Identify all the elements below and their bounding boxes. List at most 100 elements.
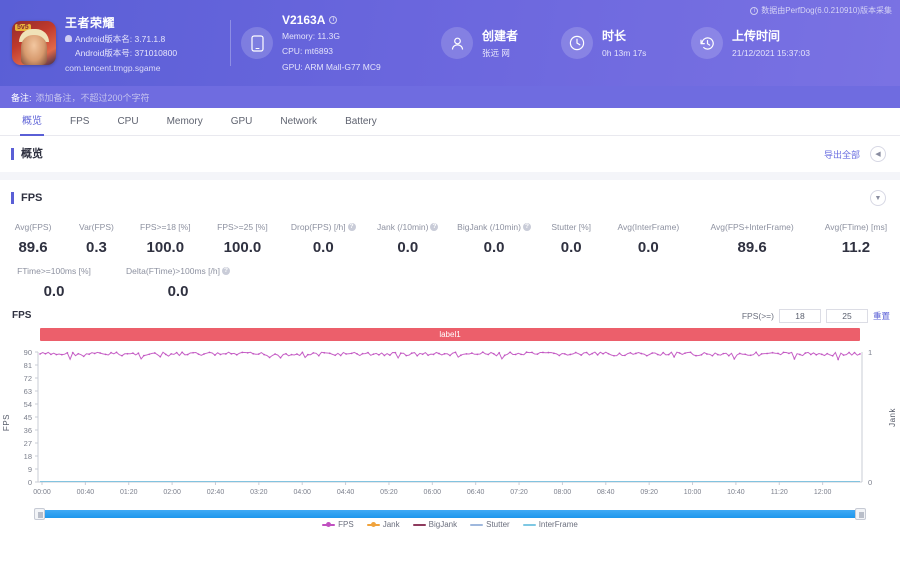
metric-value: 100.0	[223, 239, 262, 256]
tab-Memory[interactable]: Memory	[153, 108, 217, 136]
android-icon	[65, 35, 72, 42]
svg-text:00:00: 00:00	[33, 489, 51, 496]
metric-value: 100.0	[146, 239, 185, 256]
threshold-label: FPS(>=)	[741, 311, 774, 321]
metric-label-text: Var(FPS)	[79, 222, 114, 232]
legend-item-Stutter[interactable]: Stutter	[470, 520, 510, 529]
svg-text:12:00: 12:00	[814, 489, 832, 496]
app-info-block: 5v5 王者荣耀 Android版本名: 3.71.1.8 Android版本号…	[0, 14, 228, 73]
device-text: V2163A i Memory: 11.3G CPU: mt6893 GPU: …	[273, 13, 381, 73]
legend-item-BigJank[interactable]: BigJank	[412, 520, 458, 529]
creator-text: 创建者 张远 网	[473, 27, 518, 59]
metric-value: 89.6	[737, 239, 767, 256]
threshold-high-input[interactable]: 25	[825, 309, 868, 323]
metric-label: Jank (/10min)?	[366, 220, 450, 234]
svg-text:08:00: 08:00	[554, 489, 572, 496]
svg-text:02:00: 02:00	[163, 489, 181, 496]
tab-CPU[interactable]: CPU	[103, 108, 152, 136]
help-icon[interactable]: ?	[430, 223, 439, 231]
reset-button[interactable]: 重置	[873, 310, 890, 322]
svg-text:81: 81	[24, 361, 32, 370]
fps-metrics-row-1: Avg(FPS) 89.6 Var(FPS) 0.3 FPS>=18 [%] 100.0 F…	[0, 220, 900, 256]
collapse-overview-button[interactable]: ◀	[870, 146, 886, 162]
overview-title: 概览	[11, 148, 43, 160]
metric-value: 0.0	[167, 283, 189, 300]
threshold-low-input[interactable]: 18	[778, 309, 821, 323]
note-bar[interactable]: 备注: 添加备注，不超过200个字符	[0, 86, 900, 108]
fps-threshold-toolbar: FPS(>=) 18 25 重置	[742, 309, 890, 323]
card-separator	[0, 172, 900, 180]
help-icon[interactable]: ?	[522, 223, 531, 231]
tab-Battery[interactable]: Battery	[331, 108, 391, 136]
svg-text:06:40: 06:40	[467, 489, 485, 496]
metric-label: Avg(FPS+InterFrame)	[692, 220, 811, 234]
tab-FPS[interactable]: FPS	[56, 108, 103, 136]
svg-text:04:40: 04:40	[337, 489, 355, 496]
app-package: com.tencent.tmgp.sgame	[65, 62, 161, 73]
tab-Network[interactable]: Network	[266, 108, 331, 136]
metric-label: Delta(FTime)>100ms [/h]?	[108, 264, 248, 278]
svg-text:08:40: 08:40	[597, 489, 615, 496]
svg-text:90: 90	[24, 348, 32, 357]
metric-label: Var(FPS)	[66, 220, 127, 234]
note-input[interactable]: 添加备注，不超过200个字符	[36, 91, 150, 104]
fps-chart-label: FPS	[12, 310, 32, 321]
export-all-button[interactable]: 导出全部	[824, 148, 860, 161]
legend-label: BigJank	[428, 520, 458, 529]
data-source-text: 数据由PerfDog(6.0.210910)版本采集	[761, 6, 892, 15]
metric-label: FTime>=100ms [%]	[0, 264, 108, 278]
fps-card: FPS ▼ Avg(FPS) 89.6 Var(FPS) 0.3 FPS>=18 [%]…	[0, 180, 900, 531]
metric-label: Stutter [%]	[538, 220, 604, 234]
svg-text:09:20: 09:20	[640, 489, 658, 496]
tab-概览[interactable]: 概览	[8, 108, 56, 136]
metric-label: Avg(FTime) [ms]	[812, 220, 900, 234]
metric-value: 11.2	[841, 239, 871, 256]
legend-item-InterFrame[interactable]: InterFrame	[522, 520, 578, 529]
svg-text:9: 9	[28, 465, 32, 474]
device-info-block: V2163A i Memory: 11.3G CPU: mt6893 GPU: …	[241, 13, 441, 73]
fps-metrics-row-2: FTime>=100ms [%] 0.0 Delta(FTime)>100ms [/…	[0, 264, 900, 300]
chart-scrollbar[interactable]	[34, 508, 866, 520]
upload-title: 上传时间	[732, 28, 781, 43]
chart-scroll-thumb[interactable]	[38, 510, 862, 518]
metric-label: Drop(FPS) [/h]?	[281, 220, 365, 234]
metric-cell: Avg(FPS+InterFrame) 89.6	[692, 220, 811, 256]
metric-label: Avg(FPS)	[0, 220, 66, 234]
svg-text:27: 27	[24, 439, 32, 448]
app-icon: 5v5	[12, 21, 56, 65]
fps-plot-svg: 908172635445362718901000:00 00:40 01:20 02:…	[24, 348, 873, 496]
legend-item-FPS[interactable]: FPS	[322, 520, 354, 529]
duration-title: 时长	[602, 28, 627, 43]
svg-text:03:20: 03:20	[250, 489, 268, 496]
metric-cell: Avg(InterFrame) 0.0	[604, 220, 692, 256]
legend-item-Jank[interactable]: Jank	[366, 520, 400, 529]
collapse-fps-button[interactable]: ▼	[870, 190, 886, 206]
device-info-icon[interactable]: i	[329, 16, 338, 25]
help-icon[interactable]: ?	[347, 223, 356, 231]
app-version-code: Android版本号: 371010800	[75, 47, 178, 58]
info-icon: i	[750, 6, 759, 15]
app-version-name-row: Android版本名: 3.71.1.8	[65, 33, 177, 45]
chart-scroll-handle-left[interactable]	[34, 508, 45, 520]
history-clock-icon	[691, 27, 723, 59]
metric-value: 0.0	[397, 239, 419, 256]
legend-marker	[322, 522, 336, 527]
metric-label: FPS>=18 [%]	[127, 220, 204, 234]
y2-axis-title: Jank	[888, 408, 897, 427]
metric-cell: Var(FPS) 0.3	[66, 220, 127, 256]
marker-span-bar[interactable]: label1	[40, 328, 860, 341]
note-label: 备注:	[11, 92, 32, 103]
tab-GPU[interactable]: GPU	[217, 108, 267, 136]
device-model: V2163A	[282, 13, 326, 28]
upload-block: 上传时间 21/12/2021 15:37:03	[691, 27, 871, 59]
metric-value: 0.0	[43, 283, 65, 300]
metric-cell: BigJank (/10min)? 0.0	[450, 220, 538, 256]
fps-card-header: FPS ▼	[0, 180, 900, 216]
chart-scroll-handle-right[interactable]	[855, 508, 866, 520]
device-memory: Memory: 11.3G	[282, 31, 340, 42]
legend-marker	[522, 523, 536, 526]
fps-plot-area[interactable]: FPS Jank 90 81 72 63 54 45 36 27 18 9 0 1 0 00:00 00:4…	[0, 346, 900, 506]
help-icon[interactable]: ?	[221, 267, 230, 275]
svg-text:54: 54	[24, 400, 32, 409]
metric-label-text: Avg(FTime) [ms]	[824, 222, 888, 232]
